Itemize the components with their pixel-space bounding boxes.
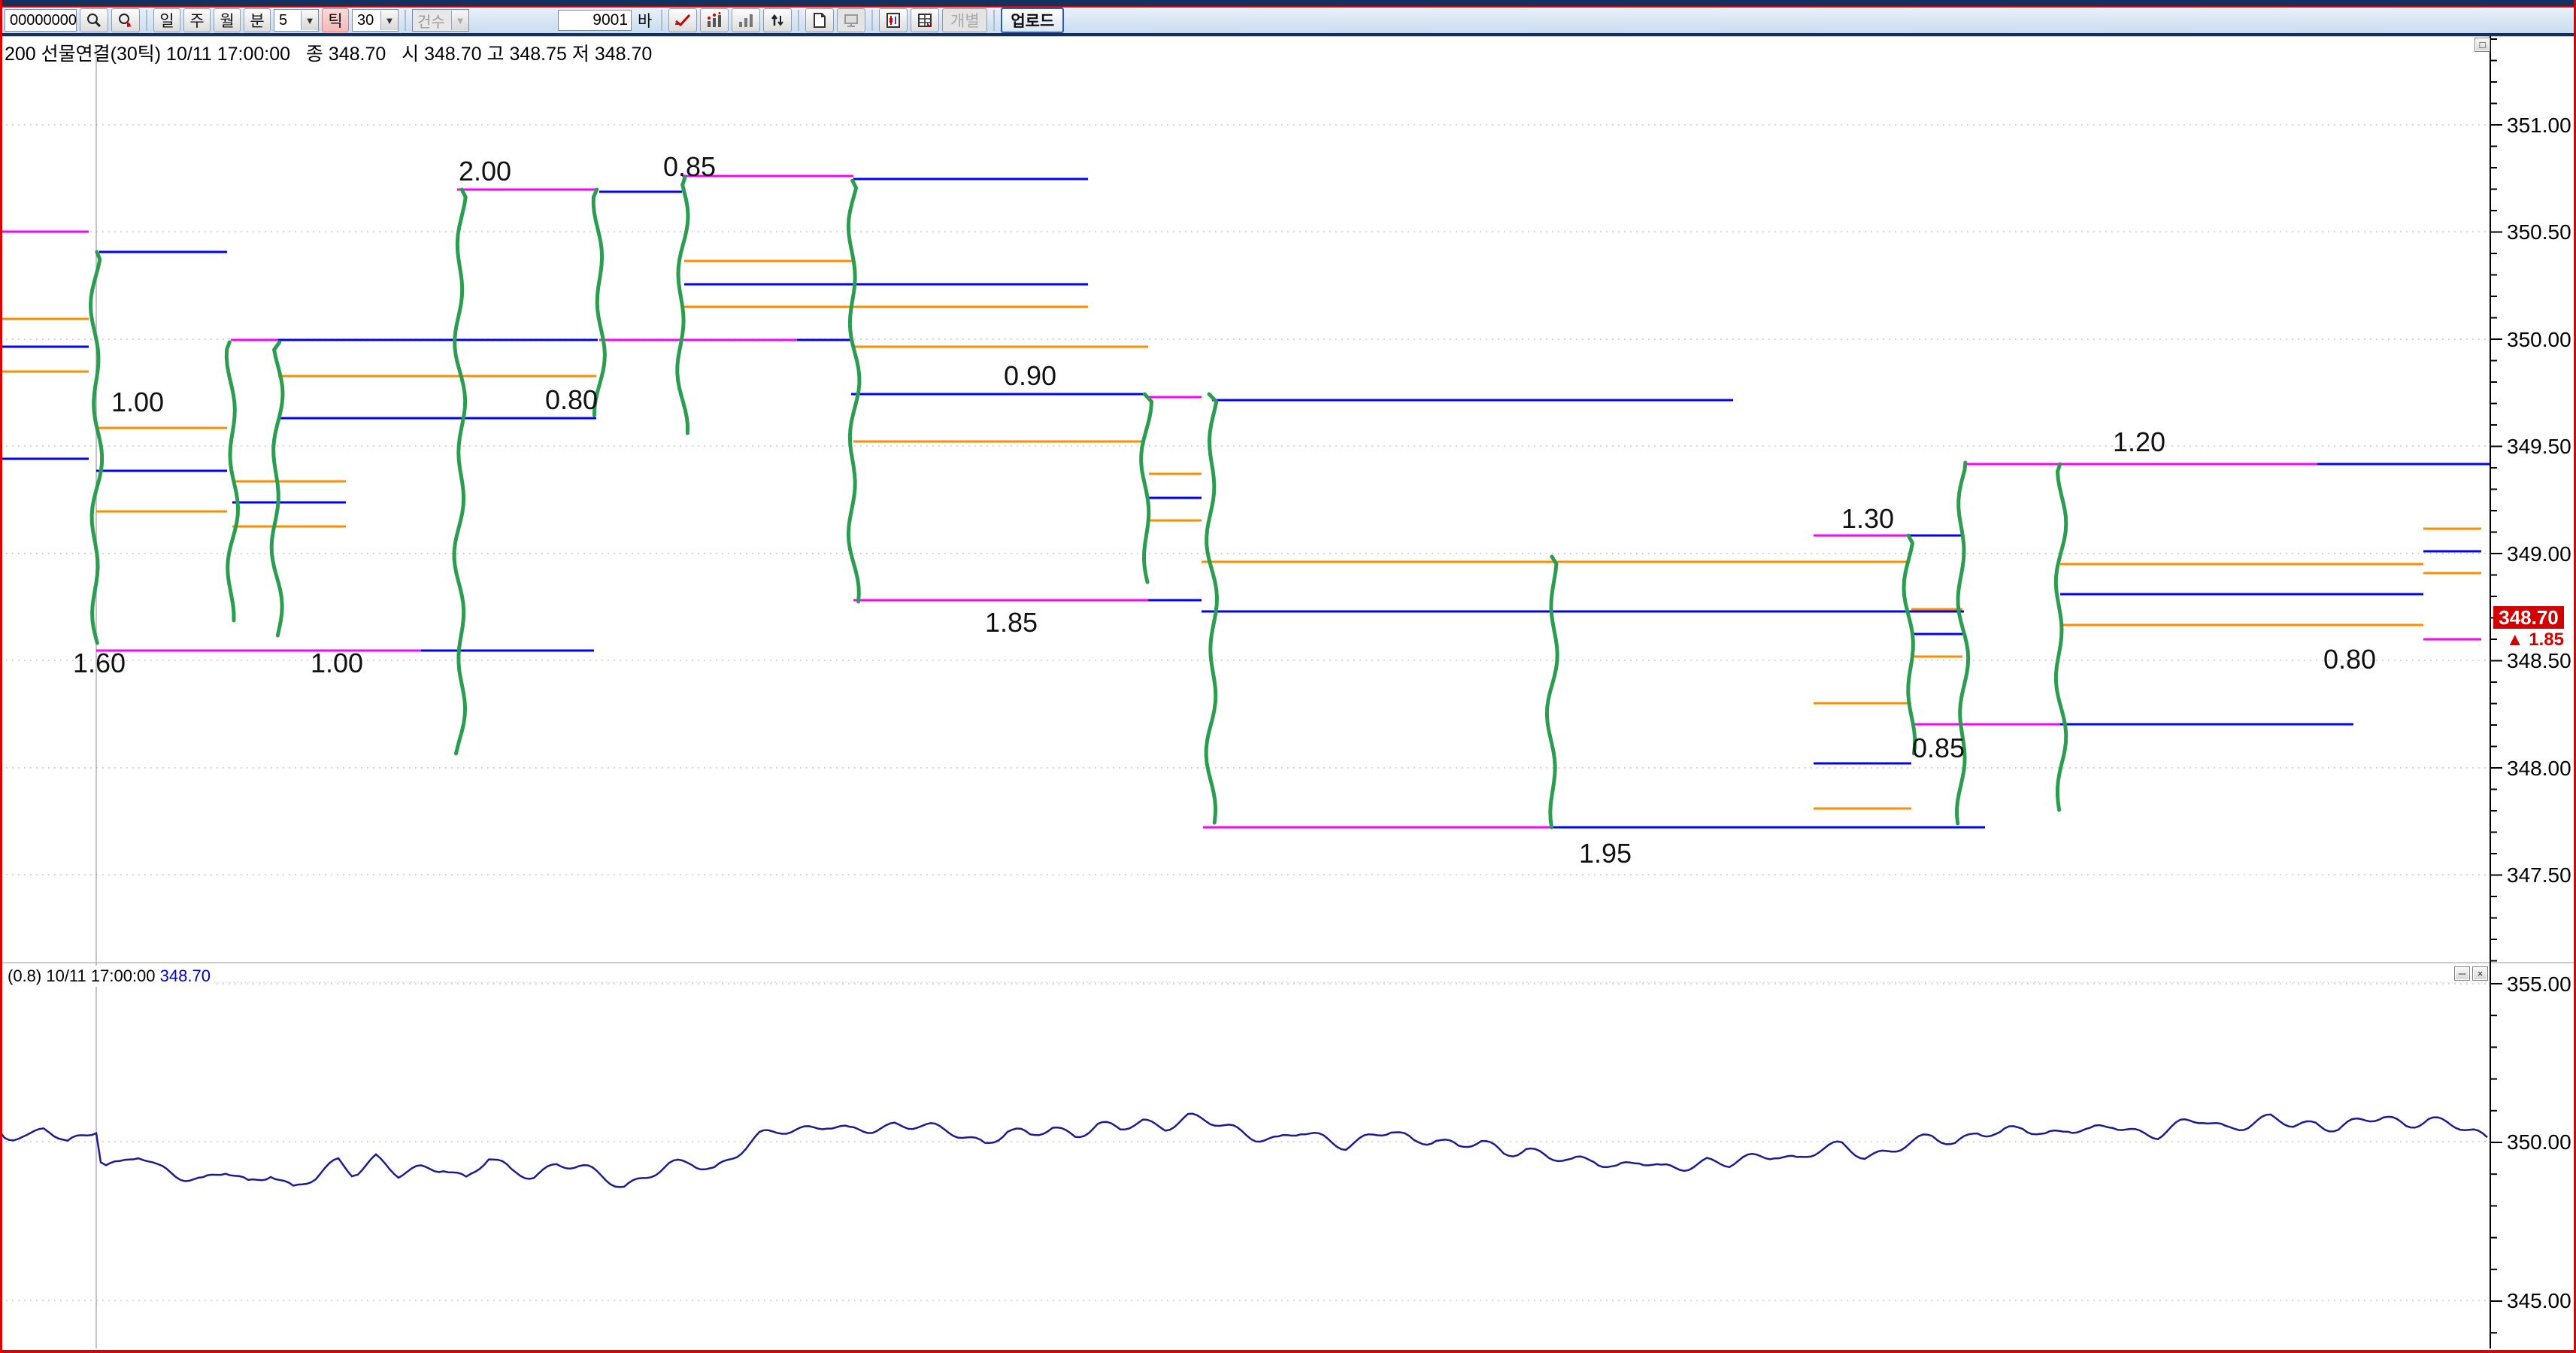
y-axis-label: 347.50: [2507, 863, 2571, 887]
indicator-line: [0, 1114, 2487, 1188]
bar-suffix-label: 바: [635, 9, 655, 32]
range-value-label: 1.95: [1579, 838, 1632, 869]
window-border: [0, 0, 2, 1353]
up-down-arrows-icon: [769, 12, 786, 29]
chart-canvas[interactable]: 351.00 350.50 350.00 349.50 349.00 348.50 348.…: [0, 36, 2576, 1353]
tick-count-value: 30: [353, 12, 380, 29]
tick-trace-line: [2056, 464, 2066, 810]
bar-chart-button[interactable]: [732, 8, 760, 32]
tick-trace-line: [454, 190, 465, 754]
draw-tool-button[interactable]: [668, 8, 697, 32]
y-axis-label: 348.50: [2507, 649, 2571, 672]
range-value-label: 1.30: [1841, 503, 1894, 534]
y-axis-label: 350.00: [2507, 328, 2571, 351]
candle-report-button[interactable]: [879, 8, 908, 32]
y-axis-label: 355.00: [2507, 972, 2571, 996]
volume-chart-button[interactable]: [700, 8, 729, 32]
symbol-value: 00000000: [5, 12, 81, 29]
period-tick-button[interactable]: 틱: [322, 8, 349, 32]
new-document-button[interactable]: [805, 8, 834, 32]
range-value-label: 1.85: [985, 607, 1038, 638]
tick-trace-line: [677, 177, 688, 433]
range-value-label: 0.90: [1004, 360, 1056, 391]
lower-close-button[interactable]: ×: [2472, 966, 2488, 981]
zoom-in-button[interactable]: [80, 8, 108, 32]
bar-chart-icon: [738, 12, 754, 29]
y-axis-label: 349.00: [2507, 542, 2571, 566]
range-value-label: 0.80: [2323, 644, 2376, 675]
candle-doc-icon: [885, 12, 902, 29]
current-price-badge: 348.70: [2493, 606, 2564, 629]
main-chart-header: 200 선물연결(30틱) 10/11 17:00:00 종 348.70 시 …: [5, 39, 652, 66]
tick-trace-line: [848, 181, 859, 602]
tick-trace-line: [1547, 557, 1557, 827]
tick-trace-line: [593, 190, 605, 415]
sort-updown-button[interactable]: [763, 8, 792, 32]
range-value-label: 2.00: [459, 156, 511, 187]
separator: [146, 10, 147, 31]
toolbar: 00000000 ▼ 일 주 월 분 5 ▼ 틱 30 ▼: [0, 8, 2576, 33]
title-bar: [0, 0, 2576, 6]
chevron-down-icon[interactable]: ▼: [301, 11, 318, 30]
tick-trace-line: [1957, 463, 1968, 824]
document-icon: [811, 12, 828, 29]
grid-view-button[interactable]: [911, 8, 939, 32]
symbol-combobox[interactable]: 00000000 ▼: [5, 9, 77, 32]
window-border: [0, 1350, 2576, 1353]
y-axis-label: 345.00: [2507, 1289, 2571, 1312]
count-combobox-disabled: 건수 ▼: [412, 9, 469, 32]
lower-minimize-button[interactable]: ─: [2454, 966, 2470, 981]
tick-trace-line: [1904, 535, 1915, 754]
range-value-label: 0.80: [545, 384, 598, 415]
range-value-label: 1.20: [2113, 426, 2165, 457]
upload-button[interactable]: 업로드: [1001, 8, 1064, 33]
tick-count-combobox[interactable]: 30 ▼: [352, 9, 399, 32]
period-minute-button[interactable]: 분: [244, 8, 271, 32]
separator: [871, 10, 873, 31]
range-value-label: 0.85: [1912, 733, 1965, 763]
minute-combobox[interactable]: 5 ▼: [274, 9, 319, 32]
minute-value: 5: [274, 12, 301, 29]
period-week-button[interactable]: 주: [183, 8, 211, 32]
bars-red-dots-icon: [706, 12, 723, 29]
range-value-label: 1.00: [111, 387, 164, 417]
monitor-icon: [843, 12, 859, 29]
individual-button-disabled: 개별: [942, 8, 987, 32]
period-day-button[interactable]: 일: [153, 8, 180, 32]
grid-icon: [917, 12, 933, 29]
red-check-icon: [674, 12, 692, 29]
separator: [405, 10, 406, 31]
y-axis-label: 349.50: [2507, 435, 2571, 458]
tick-trace-line: [271, 342, 283, 636]
lower-panel-value: 348.70: [160, 966, 211, 985]
bar-count-input[interactable]: 9001: [558, 10, 632, 31]
range-value-label: 0.85: [663, 151, 716, 182]
range-value-label: 1.00: [311, 648, 363, 678]
separator: [798, 10, 799, 31]
y-axis-label: 348.00: [2507, 757, 2571, 780]
period-month-button[interactable]: 월: [214, 8, 241, 32]
chart-area[interactable]: 351.00 350.50 350.00 349.50 349.00 348.50 348.…: [0, 36, 2576, 1350]
magnifier-icon: [86, 12, 102, 29]
lower-panel-header: (0.8) 10/11 17:00:00 348.70: [5, 966, 214, 987]
pane-maximize-button[interactable]: □: [2474, 38, 2490, 52]
separator: [993, 10, 995, 31]
count-label: 건수: [413, 10, 451, 32]
y-axis-label: 350.50: [2507, 220, 2571, 244]
range-value-label: 1.60: [73, 648, 126, 678]
tick-trace-line: [1206, 394, 1217, 823]
chevron-down-icon: ▼: [451, 11, 468, 30]
chevron-down-icon[interactable]: ▼: [380, 11, 398, 30]
separator: [661, 10, 662, 31]
y-axis-label: 350.00: [2507, 1130, 2571, 1154]
magnifier-back-icon: [117, 12, 135, 29]
y-axis-label: 351.00: [2507, 114, 2571, 137]
app-window: 00000000 ▼ 일 주 월 분 5 ▼ 틱 30 ▼: [0, 0, 2576, 1353]
price-change-label: ▲ 1.85: [2493, 630, 2564, 650]
zoom-out-button[interactable]: [111, 8, 140, 32]
capture-button-disabled: [837, 8, 865, 32]
